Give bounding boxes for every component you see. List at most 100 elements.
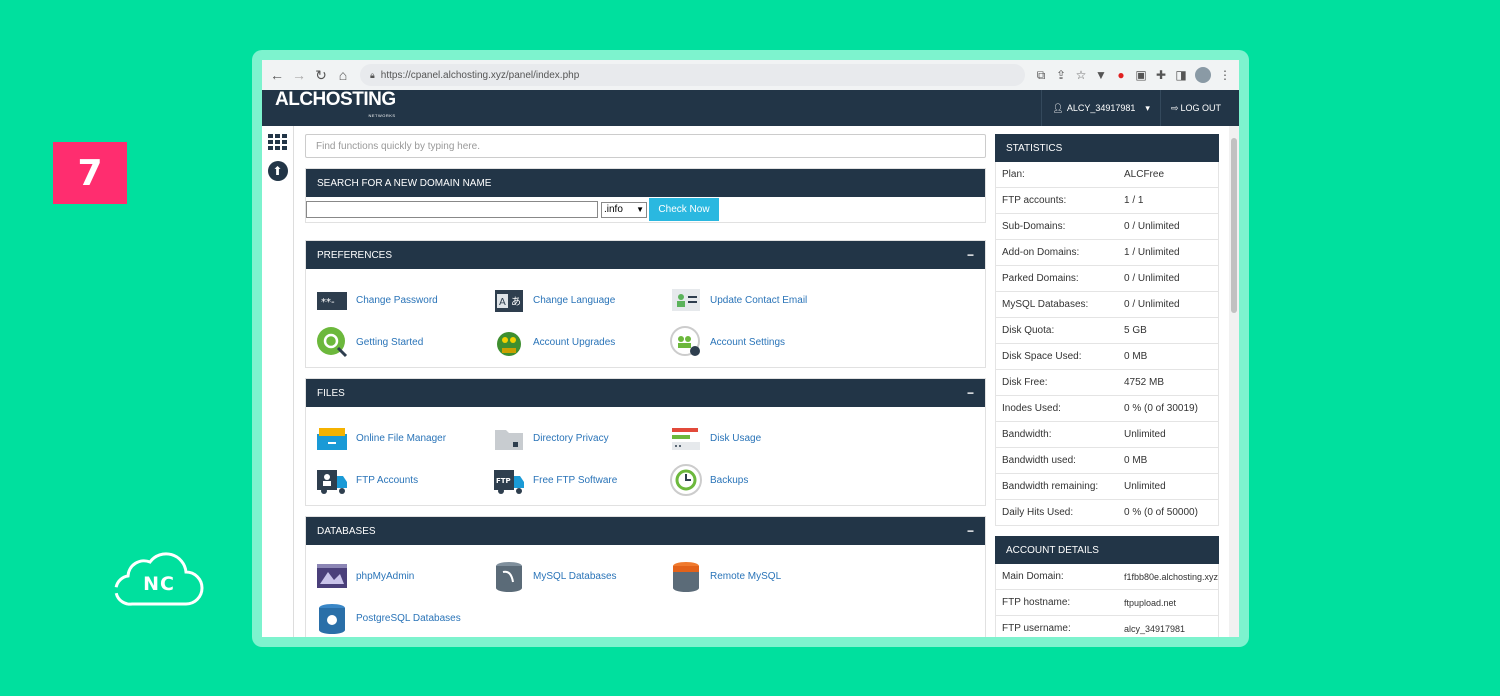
stat-row: Parked Domains: 0 / Unlimited	[995, 266, 1219, 292]
stat-row: Inodes Used: 0 % (0 of 30019)	[995, 396, 1219, 422]
online-file-manager-item[interactable]: Online File Manager	[316, 417, 493, 459]
stat-row: FTP username: alcy_34917981	[995, 616, 1219, 637]
databases-panel: DATABASES − phpMyAdmin MySQL Databases R…	[305, 516, 986, 637]
stat-value: 1 / 1	[1124, 195, 1144, 206]
url-text: https://cpanel.alchosting.xyz/panel/inde…	[380, 69, 580, 81]
stat-value: 0 MB	[1124, 351, 1148, 362]
stat-row: Daily Hits Used: 0 % (0 of 50000)	[995, 500, 1219, 526]
ftp-accounts-item[interactable]: FTP Accounts	[316, 459, 493, 501]
stat-row: Add-on Domains: 1 / Unlimited	[995, 240, 1219, 266]
collapse-icon[interactable]: −	[967, 524, 974, 538]
main-content: Find functions quickly by typing here. S…	[305, 134, 986, 637]
change-language-item[interactable]: Aあ Change Language	[493, 279, 670, 321]
stat-label: FTP hostname:	[1002, 597, 1071, 608]
getting-started-item[interactable]: Getting Started	[316, 321, 493, 363]
screenshot-frame: ← → ↻ ⌂ 🔒︎ https://cpanel.alchosting.xyz…	[252, 50, 1249, 647]
profile-avatar[interactable]	[1195, 67, 1211, 83]
postgresql-databases-item[interactable]: PostgreSQL Databases	[316, 597, 493, 637]
stat-label: Bandwidth used:	[1002, 455, 1076, 466]
update-contact-email-item[interactable]: Update Contact Email	[670, 279, 847, 321]
collapse-icon[interactable]: −	[967, 248, 974, 262]
stat-value: alcy_34917981	[1124, 623, 1186, 634]
svg-text:**-: **-	[321, 297, 335, 308]
stat-row: FTP hostname: ftpupload.net	[995, 590, 1219, 616]
sidebar-icon[interactable]: ◨	[1171, 64, 1191, 86]
apps-grid-icon[interactable]	[267, 131, 289, 153]
quick-search-input[interactable]: Find functions quickly by typing here.	[305, 134, 986, 158]
stat-row: Bandwidth used: 0 MB	[995, 448, 1219, 474]
cpanel-header: ALCHOSTING NETWORKS 👤︎ ALCY_34917981 ▾ ⇨…	[262, 90, 1239, 126]
collapse-icon[interactable]: −	[967, 386, 974, 400]
logout-button[interactable]: ⇨ LOG OUT	[1159, 90, 1231, 126]
stat-label: Disk Free:	[1002, 377, 1048, 388]
vpn-extension-icon[interactable]: ▼	[1091, 64, 1111, 86]
preferences-header[interactable]: PREFERENCES −	[306, 241, 985, 269]
panel-body: ⬆ Find functions quickly by typing here.…	[262, 126, 1239, 637]
account-settings-item[interactable]: Account Settings	[670, 321, 847, 363]
backups-icon	[670, 464, 702, 496]
files-header[interactable]: FILES −	[306, 379, 985, 407]
nc-cloud-logo: NC	[112, 548, 206, 610]
stat-row: Main Domain: f1fbb80e.alchosting.xyz	[995, 564, 1219, 590]
browser-window: ← → ↻ ⌂ 🔒︎ https://cpanel.alchosting.xyz…	[262, 60, 1239, 637]
scrollbar-thumb[interactable]	[1231, 138, 1237, 313]
back-icon[interactable]: ←	[266, 64, 288, 86]
stat-value: ALCFree	[1124, 169, 1165, 180]
stat-row: Sub-Domains: 0 / Unlimited	[995, 214, 1219, 240]
star-icon[interactable]: ☆	[1071, 64, 1091, 86]
stat-label: Bandwidth remaining:	[1002, 481, 1099, 492]
reload-icon[interactable]: ↻	[310, 64, 332, 86]
stat-value: 0 % (0 of 50000)	[1124, 507, 1198, 518]
password-icon: **-	[316, 284, 348, 316]
stat-value: 0 / Unlimited	[1124, 273, 1180, 284]
stat-row: Disk Space Used: 0 MB	[995, 344, 1219, 370]
databases-header[interactable]: DATABASES −	[306, 517, 985, 545]
page-scrollbar[interactable]	[1229, 126, 1239, 637]
phpmyadmin-item[interactable]: phpMyAdmin	[316, 555, 493, 597]
stat-value: ftpupload.net	[1124, 597, 1177, 608]
share-icon[interactable]: ⇪	[1051, 64, 1071, 86]
remote-mysql-item[interactable]: Remote MySQL	[670, 555, 847, 597]
directory-privacy-item[interactable]: Directory Privacy	[493, 417, 670, 459]
stat-value: 4752 MB	[1124, 377, 1165, 388]
right-sidebar: STATISTICS Plan: ALCFree FTP accounts: 1 / …	[995, 134, 1219, 637]
contact-card-icon	[670, 284, 702, 316]
preferences-panel: PREFERENCES − **- Change Password Aあ Cha…	[305, 240, 986, 368]
change-password-item[interactable]: **- Change Password	[316, 279, 493, 321]
translate-icon[interactable]: ⧉	[1031, 64, 1051, 86]
disk-usage-item[interactable]: Disk Usage	[670, 417, 847, 459]
step-number-badge: 7	[53, 142, 127, 204]
ftp-accounts-icon	[316, 464, 348, 496]
stat-row: Bandwidth remaining: Unlimited	[995, 474, 1219, 500]
alchosting-logo[interactable]: ALCHOSTING NETWORKS	[275, 90, 396, 124]
user-menu[interactable]: 👤︎ ALCY_34917981 ▾	[1041, 90, 1160, 126]
mascot-icon	[493, 326, 525, 358]
gmail-extension-icon[interactable]: ▣	[1131, 64, 1151, 86]
logout-icon: ⇨	[1170, 102, 1179, 113]
stat-label: Add-on Domains:	[1002, 247, 1080, 258]
backups-item[interactable]: Backups	[670, 459, 847, 501]
opera-extension-icon[interactable]: ●	[1111, 64, 1131, 86]
address-bar[interactable]: 🔒︎ https://cpanel.alchosting.xyz/panel/i…	[360, 64, 1025, 86]
extensions-icon[interactable]: ✚	[1151, 64, 1171, 86]
svg-text:あ: あ	[511, 296, 521, 308]
stat-label: Disk Quota:	[1002, 325, 1055, 336]
stat-value: 0 % (0 of 30019)	[1124, 403, 1198, 414]
upload-icon[interactable]: ⬆	[267, 161, 288, 181]
home-icon[interactable]: ⌂	[332, 64, 354, 86]
stat-value: 0 / Unlimited	[1124, 299, 1180, 310]
svg-text:A: A	[499, 297, 506, 308]
free-ftp-software-item[interactable]: FTP Free FTP Software	[493, 459, 670, 501]
stat-value: Unlimited	[1124, 481, 1166, 492]
mysql-databases-item[interactable]: MySQL Databases	[493, 555, 670, 597]
stat-label: FTP username:	[1002, 623, 1071, 634]
account-upgrades-item[interactable]: Account Upgrades	[493, 321, 670, 363]
files-panel: FILES − Online File Manager Directory Pr…	[305, 378, 986, 506]
check-now-button[interactable]: Check Now	[649, 198, 719, 221]
menu-icon[interactable]: ⋮	[1215, 64, 1235, 86]
tld-select[interactable]: .info ▼	[601, 201, 647, 218]
domain-name-input[interactable]	[306, 201, 598, 218]
stat-label: Parked Domains:	[1002, 273, 1079, 284]
forward-icon[interactable]: →	[288, 64, 310, 86]
stat-value: 0 / Unlimited	[1124, 221, 1180, 232]
